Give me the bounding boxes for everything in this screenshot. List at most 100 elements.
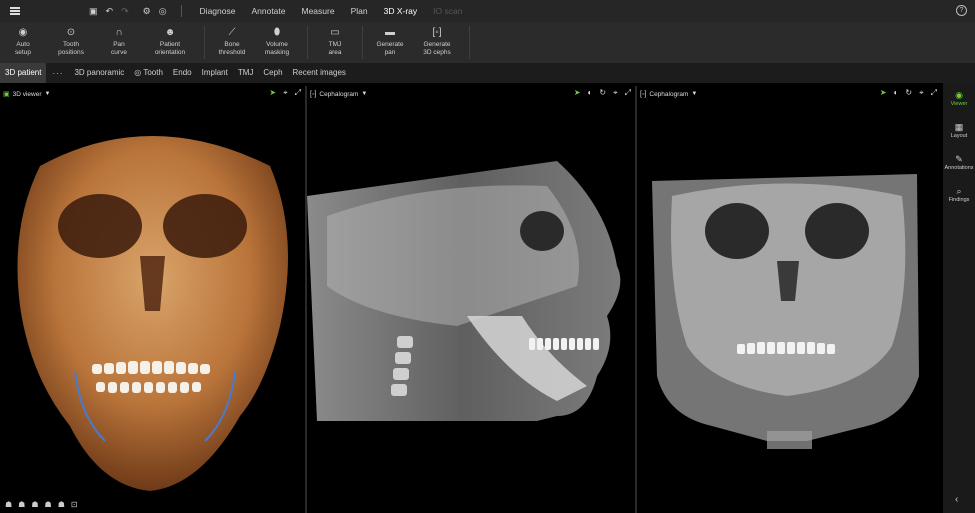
top-menu-bar: ▣ ↶ ↷ ⚙ ◎ Diagnose Annotate Measure Plan… — [0, 0, 975, 22]
generate-3d-cephs-button[interactable]: [◦] Generate 3D cephs — [411, 22, 463, 63]
tmj-area-button[interactable]: ▭ TMJ area — [314, 22, 356, 63]
menu-annotate[interactable]: Annotate — [251, 6, 285, 16]
settings-icon[interactable]: ◎ — [159, 6, 167, 17]
fullscreen-icon[interactable]: ⤢ — [625, 88, 631, 98]
auto-setup-button[interactable]: ◉ Auto setup — [0, 22, 46, 63]
help-icon[interactable]: ? — [956, 5, 967, 16]
pane-title[interactable]: Cephalogram — [649, 91, 688, 98]
ribbon-separator — [307, 26, 308, 59]
lateral-ceph-image — [307, 161, 621, 421]
tab-tmj[interactable]: TMJ — [233, 63, 259, 83]
tool-label: orientation — [154, 48, 186, 56]
tab-recent-images[interactable]: Recent images — [288, 63, 351, 83]
tool-label: positions — [58, 48, 84, 56]
crosshair-icon[interactable]: ⌖ — [919, 88, 924, 98]
contrast-icon[interactable]: ◐ — [894, 88, 899, 98]
chevron-down-icon[interactable]: ▼ — [45, 91, 51, 97]
frontal-ceph-image — [652, 174, 919, 449]
tool-label: Patient — [159, 41, 181, 48]
chevron-down-icon[interactable]: ▼ — [691, 91, 697, 97]
skull-right-icon[interactable]: ☗ — [31, 500, 38, 509]
rail-viewer[interactable]: ◉ Viewer — [943, 89, 975, 115]
menu-plan[interactable]: Plan — [351, 6, 368, 16]
pane-title[interactable]: Cephalogram — [319, 91, 358, 98]
skull-left-icon[interactable]: ☗ — [18, 500, 25, 509]
pan-curve-icon: ∩ — [115, 27, 123, 38]
rail-label: Findings — [948, 197, 970, 203]
cursor-icon[interactable]: ➤ — [880, 88, 887, 98]
rail-annotations[interactable]: ✎ Annotations — [943, 153, 975, 179]
collapse-panel-icon[interactable]: ‹ — [955, 494, 958, 505]
crosshair-icon[interactable]: ⌖ — [613, 88, 618, 98]
tool-label: Generate — [376, 41, 404, 48]
volume-masking-button[interactable]: ⬮ Volume masking — [253, 22, 301, 63]
viewer-pane-3d[interactable]: ▣ 3D viewer ▼ ➤ ⌖ ⤢ ☗ ☗ ☗ ☗ ☗ ⊡ — [0, 86, 305, 513]
ceph-icon: [◦] — [310, 90, 317, 98]
menu-io-scan[interactable]: IO scan — [433, 6, 462, 16]
contrast-icon[interactable]: ◐ — [588, 88, 593, 98]
patient-orientation-button[interactable]: ☻ Patient orientation — [142, 22, 198, 63]
tab-3d-patient[interactable]: 3D patient — [0, 63, 47, 83]
pane-toolbar: ➤ ◐ ↻ ⌖ ⤢ — [880, 88, 937, 98]
tab-implant[interactable]: Implant — [197, 63, 233, 83]
eye-icon: ◉ — [955, 90, 963, 100]
tooth-positions-button[interactable]: ⊙ Tooth positions — [46, 22, 96, 63]
cursor-icon[interactable]: ➤ — [269, 88, 276, 98]
pan-curve-button[interactable]: ∩ Pan curve — [96, 22, 142, 63]
ribbon-separator — [204, 26, 205, 59]
skull-back-icon[interactable]: ☗ — [58, 500, 65, 509]
tool-label: 3D cephs — [423, 48, 451, 56]
viewer-pane-ceph-lateral[interactable]: [◦] Cephalogram ▼ ➤ ◐ ↻ ⌖ ⤢ — [307, 86, 635, 513]
rail-findings[interactable]: ⌕ Findings — [943, 185, 975, 211]
undo-icon[interactable]: ↶ — [106, 6, 114, 17]
cursor-icon[interactable]: ➤ — [574, 88, 581, 98]
menu-3d-xray[interactable]: 3D X-ray — [384, 6, 418, 16]
hamburger-icon — [10, 7, 20, 15]
menu-measure[interactable]: Measure — [302, 6, 335, 16]
rail-label: Layout — [950, 133, 968, 139]
pane-header: ▣ 3D viewer ▼ — [0, 86, 305, 102]
skull-front-icon[interactable]: ☗ — [5, 500, 12, 509]
ceph-icon: [◦] — [640, 90, 647, 98]
tooth-positions-icon: ⊙ — [66, 27, 76, 38]
rail-layout[interactable]: ▦ Layout — [943, 121, 975, 147]
chevron-down-icon[interactable]: ▼ — [361, 91, 367, 97]
menu-diagnose[interactable]: Diagnose — [200, 6, 236, 16]
tab-endo[interactable]: Endo — [168, 63, 197, 83]
pane-title[interactable]: 3D viewer — [13, 91, 42, 98]
bone-threshold-button[interactable]: ⟋ Bone threshold — [211, 22, 253, 63]
ribbon-separator — [469, 26, 470, 59]
lock-icon[interactable]: ⊡ — [71, 500, 78, 509]
generate-pan-button[interactable]: ▬ Generate pan — [369, 22, 411, 63]
rotate-icon[interactable]: ↻ — [905, 88, 912, 98]
pane-toolbar: ➤ ⌖ ⤢ — [269, 88, 301, 98]
cube-icon: ▣ — [3, 91, 10, 98]
view-tabs: 3D patient ··· 3D panoramic ◎ Tooth Endo… — [0, 63, 975, 83]
bone-threshold-icon: ⟋ — [228, 27, 236, 38]
tab-3d-panoramic[interactable]: 3D panoramic — [69, 63, 129, 83]
fullscreen-icon[interactable]: ⤢ — [295, 88, 301, 98]
ribbon-separator — [362, 26, 363, 59]
tab-ceph[interactable]: Ceph — [258, 63, 287, 83]
tools-icon[interactable]: ⚙ — [143, 6, 151, 17]
more-options-icon[interactable]: ··· — [46, 69, 69, 78]
fullscreen-icon[interactable]: ⤢ — [931, 88, 937, 98]
pane-toolbar: ➤ ◐ ↻ ⌖ ⤢ — [574, 88, 631, 98]
skull-3d-render — [17, 136, 288, 491]
skull-top-icon[interactable]: ☗ — [45, 500, 52, 509]
crosshair-icon[interactable]: ⌖ — [283, 88, 288, 98]
tool-label: Pan — [113, 41, 125, 48]
menu-button[interactable] — [0, 7, 30, 15]
tool-label: Auto — [16, 41, 30, 48]
tool-label: Bone — [224, 41, 240, 48]
rotate-icon[interactable]: ↻ — [599, 88, 606, 98]
tab-tooth[interactable]: ◎ Tooth — [129, 63, 168, 83]
viewer-pane-ceph-frontal[interactable]: [◦] Cephalogram ▼ ➤ ◐ ↻ ⌖ ⤢ — [637, 86, 941, 513]
tool-label: threshold — [218, 48, 246, 56]
redo-icon[interactable]: ↷ — [121, 6, 129, 17]
view-orientation-tools: ☗ ☗ ☗ ☗ ☗ ⊡ — [5, 500, 78, 509]
save-icon[interactable]: ▣ — [89, 6, 98, 17]
findings-icon: ⌕ — [956, 186, 962, 196]
ribbon-toolbar: ◉ Auto setup ⊙ Tooth positions ∩ Pan cur… — [0, 22, 975, 63]
tool-label: setup — [15, 48, 31, 56]
